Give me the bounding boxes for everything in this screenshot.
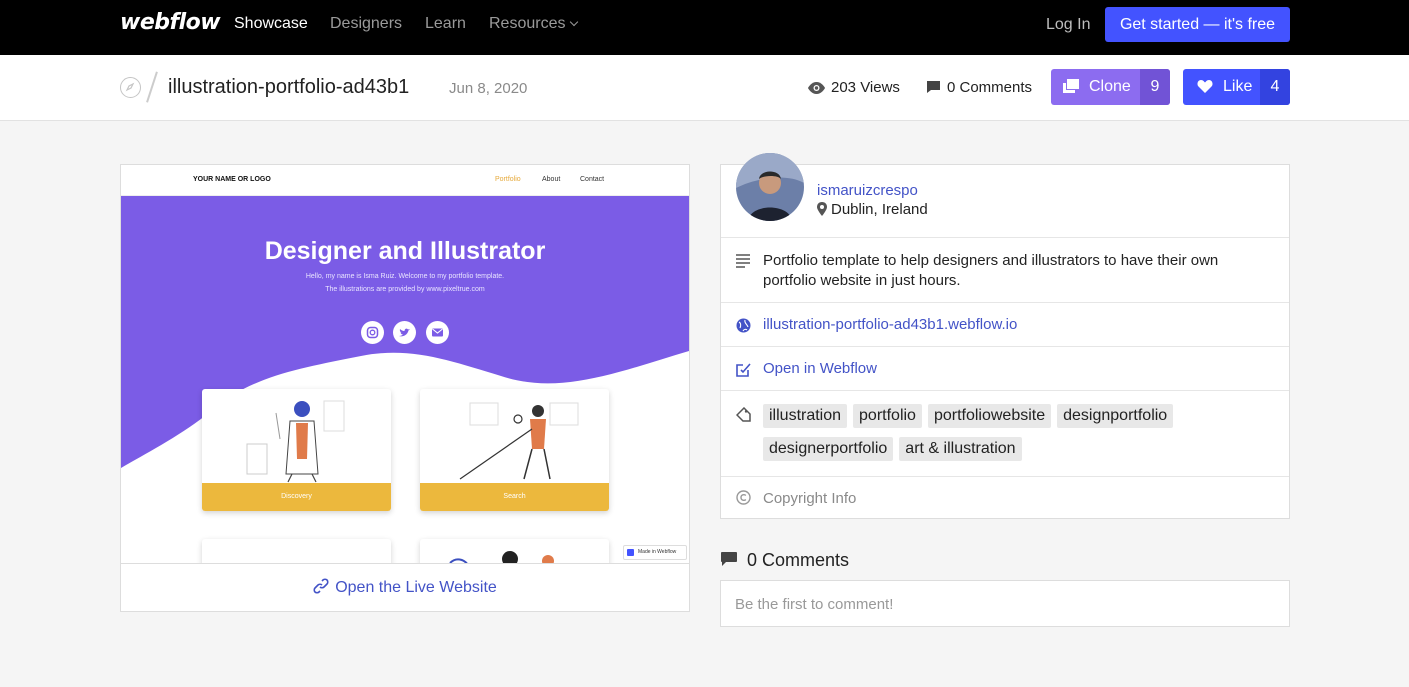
preview-card-partial bbox=[202, 539, 391, 563]
project-header: illustration-portfolio-ad43b1 Jun 8, 202… bbox=[0, 55, 1409, 121]
webflow-badge-icon bbox=[627, 549, 634, 556]
preview-nav-portfolio: Portfolio bbox=[495, 176, 521, 183]
author-row: ismaruizcrespo Dublin, Ireland bbox=[721, 153, 1289, 238]
preview-hero-subtitle: Hello, my name is Isma Ruiz. Welcome to … bbox=[305, 273, 505, 293]
eye-icon bbox=[808, 82, 825, 94]
instagram-icon bbox=[361, 321, 384, 344]
comment-input[interactable]: Be the first to comment! bbox=[720, 580, 1290, 627]
publish-date: Jun 8, 2020 bbox=[449, 80, 528, 97]
tag-designportfolio[interactable]: designportfolio bbox=[1057, 404, 1174, 428]
top-navbar: webflow Showcase Designers Learn Resourc… bbox=[0, 0, 1409, 55]
clone-button[interactable]: Clone 9 bbox=[1051, 69, 1170, 105]
nav-showcase[interactable]: Showcase bbox=[234, 15, 308, 33]
author-location: Dublin, Ireland bbox=[817, 201, 928, 218]
preview-nav-about: About bbox=[542, 176, 561, 183]
preview-hero-title: Designer and Illustrator bbox=[264, 237, 546, 265]
globe-icon bbox=[736, 318, 751, 333]
preview-card-label: Discovery bbox=[202, 483, 391, 511]
tag-portfolio[interactable]: portfolio bbox=[853, 404, 922, 428]
preview-nav-contact: Contact bbox=[580, 176, 605, 183]
project-description: Portfolio template to help designers and… bbox=[763, 252, 1219, 289]
clone-icon bbox=[1063, 79, 1079, 93]
like-label: Like bbox=[1197, 78, 1252, 96]
site-preview-card: YOUR NAME OR LOGO Portfolio About Contac… bbox=[120, 164, 690, 612]
preview-card-discovery: Discovery bbox=[202, 389, 391, 511]
tag-illustration[interactable]: illustration bbox=[763, 404, 848, 428]
nav-resources-label: Resources bbox=[489, 15, 566, 32]
preview-card-label: Search bbox=[420, 483, 609, 511]
location-label: Dublin, Ireland bbox=[831, 201, 928, 218]
chevron-down-icon bbox=[570, 17, 579, 27]
get-started-button[interactable]: Get started — it's free bbox=[1105, 7, 1290, 42]
clone-count: 9 bbox=[1140, 69, 1170, 105]
avatar[interactable] bbox=[736, 153, 804, 221]
like-count: 4 bbox=[1260, 69, 1290, 105]
comment-icon bbox=[927, 81, 940, 93]
edit-icon bbox=[736, 363, 751, 377]
copyright-icon bbox=[736, 490, 751, 505]
compass-icon[interactable] bbox=[120, 77, 141, 98]
open-live-website-link[interactable]: Open the Live Website bbox=[121, 563, 689, 611]
tag-designerportfolio[interactable]: designerportfolio bbox=[763, 437, 894, 461]
breadcrumb-divider bbox=[146, 71, 158, 103]
comments-label: 0 Comments bbox=[947, 79, 1033, 96]
clone-label: Clone bbox=[1063, 78, 1131, 96]
scientist-illustration bbox=[246, 400, 345, 483]
views-label: 203 Views bbox=[831, 79, 900, 96]
login-link[interactable]: Log In bbox=[1046, 16, 1090, 34]
tag-list: illustration portfolio portfoliowebsite des… bbox=[763, 404, 1273, 470]
twitter-icon bbox=[393, 321, 416, 344]
nav-resources[interactable]: Resources bbox=[489, 15, 579, 33]
site-preview-screenshot[interactable]: YOUR NAME OR LOGO Portfolio About Contac… bbox=[121, 165, 689, 563]
like-text: Like bbox=[1223, 78, 1253, 95]
comments-heading: 0 Comments bbox=[720, 550, 849, 571]
link-icon bbox=[313, 578, 329, 594]
text-lines-icon bbox=[736, 254, 750, 268]
tag-portfoliowebsite[interactable]: portfoliowebsite bbox=[927, 404, 1052, 428]
open-in-webflow-link[interactable]: Open in Webflow bbox=[763, 360, 877, 377]
nav-designers[interactable]: Designers bbox=[330, 15, 402, 33]
page-title: illustration-portfolio-ad43b1 bbox=[168, 76, 410, 98]
copyright-info-link[interactable]: Copyright Info bbox=[763, 490, 856, 507]
made-in-webflow-badge: Made in Webflow bbox=[623, 545, 687, 560]
preview-card-partial bbox=[420, 539, 609, 563]
nav-learn[interactable]: Learn bbox=[425, 15, 466, 33]
project-info-card: ismaruizcrespo Dublin, Ireland Portfolio… bbox=[720, 153, 1290, 519]
description-row: Portfolio template to help designers and… bbox=[721, 238, 1289, 303]
comment-icon bbox=[721, 552, 737, 566]
views-count: 203 Views bbox=[808, 79, 900, 96]
clone-text: Clone bbox=[1089, 78, 1131, 95]
tags-row: illustration portfolio portfoliowebsite des… bbox=[721, 391, 1289, 477]
mail-icon bbox=[426, 321, 449, 344]
open-in-webflow-row[interactable]: Open in Webflow bbox=[721, 347, 1289, 391]
comments-count[interactable]: 0 Comments bbox=[926, 79, 1032, 96]
open-live-label: Open the Live Website bbox=[335, 579, 497, 596]
explorer-illustration bbox=[459, 402, 579, 480]
preview-card-search: Search bbox=[420, 389, 609, 511]
location-pin-icon bbox=[817, 202, 827, 216]
author-name-link[interactable]: ismaruizcrespo bbox=[817, 182, 918, 199]
site-url-row[interactable]: illustration-portfolio-ad43b1.webflow.io bbox=[721, 303, 1289, 347]
preview-site-logo: YOUR NAME OR LOGO bbox=[193, 176, 271, 183]
badge-label: Made in Webflow bbox=[638, 549, 677, 555]
webflow-logo[interactable]: webflow bbox=[120, 10, 221, 35]
preview-site-nav: YOUR NAME OR LOGO Portfolio About Contac… bbox=[121, 165, 689, 196]
like-button[interactable]: Like 4 bbox=[1183, 69, 1290, 105]
tag-art-illustration[interactable]: art & illustration bbox=[899, 437, 1022, 461]
comments-heading-label: 0 Comments bbox=[747, 550, 850, 570]
heart-icon bbox=[1197, 80, 1213, 93]
site-url-link[interactable]: illustration-portfolio-ad43b1.webflow.io bbox=[763, 316, 1017, 333]
tag-icon bbox=[736, 407, 751, 422]
copyright-row[interactable]: Copyright Info bbox=[721, 477, 1289, 519]
